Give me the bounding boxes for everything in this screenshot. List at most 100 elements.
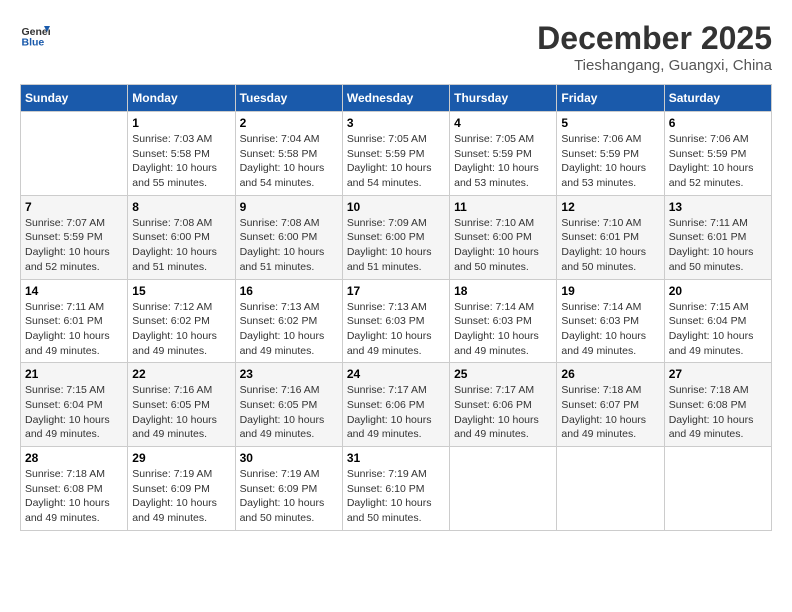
title-block: December 2025 Tieshangang, Guangxi, Chin… bbox=[537, 20, 772, 74]
day-info: Sunrise: 7:07 AM Sunset: 5:59 PM Dayligh… bbox=[25, 216, 123, 275]
day-number: 21 bbox=[25, 367, 123, 381]
day-number: 30 bbox=[240, 451, 338, 465]
calendar-cell: 20 Sunrise: 7:15 AM Sunset: 6:04 PM Dayli… bbox=[664, 279, 771, 363]
column-header-thursday: Thursday bbox=[450, 85, 557, 112]
calendar-week-row: 21 Sunrise: 7:15 AM Sunset: 6:04 PM Dayli… bbox=[21, 363, 772, 447]
calendar-cell: 14 Sunrise: 7:11 AM Sunset: 6:01 PM Dayli… bbox=[21, 279, 128, 363]
day-info: Sunrise: 7:19 AM Sunset: 6:09 PM Dayligh… bbox=[132, 467, 230, 526]
day-info: Sunrise: 7:18 AM Sunset: 6:08 PM Dayligh… bbox=[25, 467, 123, 526]
calendar-cell: 11 Sunrise: 7:10 AM Sunset: 6:00 PM Dayli… bbox=[450, 195, 557, 279]
day-number: 26 bbox=[561, 367, 659, 381]
column-header-sunday: Sunday bbox=[21, 85, 128, 112]
day-number: 12 bbox=[561, 200, 659, 214]
calendar-cell: 5Sunrise: 7:06 AM Sunset: 5:59 PM Daylig… bbox=[557, 112, 664, 196]
calendar-week-row: 7 Sunrise: 7:07 AM Sunset: 5:59 PM Daylig… bbox=[21, 195, 772, 279]
day-number: 22 bbox=[132, 367, 230, 381]
day-number: 20 bbox=[669, 284, 767, 298]
day-number: 2 bbox=[240, 116, 338, 130]
day-number: 10 bbox=[347, 200, 445, 214]
day-info: Sunrise: 7:05 AM Sunset: 5:59 PM Dayligh… bbox=[454, 132, 552, 191]
day-info: Sunrise: 7:03 AM Sunset: 5:58 PM Dayligh… bbox=[132, 132, 230, 191]
day-number: 3 bbox=[347, 116, 445, 130]
location-subtitle: Tieshangang, Guangxi, China bbox=[537, 57, 772, 74]
day-info: Sunrise: 7:09 AM Sunset: 6:00 PM Dayligh… bbox=[347, 216, 445, 275]
day-info: Sunrise: 7:18 AM Sunset: 6:07 PM Dayligh… bbox=[561, 383, 659, 442]
logo: General Blue bbox=[20, 20, 50, 50]
day-number: 31 bbox=[347, 451, 445, 465]
calendar-cell bbox=[450, 447, 557, 531]
calendar-cell: 17 Sunrise: 7:13 AM Sunset: 6:03 PM Dayli… bbox=[342, 279, 449, 363]
calendar-table: SundayMondayTuesdayWednesdayThursdayFrid… bbox=[20, 84, 772, 531]
page-header: General Blue December 2025 Tieshangang, … bbox=[20, 20, 772, 74]
calendar-cell: 29Sunrise: 7:19 AM Sunset: 6:09 PM Dayli… bbox=[128, 447, 235, 531]
day-number: 1 bbox=[132, 116, 230, 130]
day-info: Sunrise: 7:11 AM Sunset: 6:01 PM Dayligh… bbox=[669, 216, 767, 275]
day-info: Sunrise: 7:15 AM Sunset: 6:04 PM Dayligh… bbox=[25, 383, 123, 442]
day-info: Sunrise: 7:06 AM Sunset: 5:59 PM Dayligh… bbox=[669, 132, 767, 191]
day-info: Sunrise: 7:16 AM Sunset: 6:05 PM Dayligh… bbox=[132, 383, 230, 442]
day-number: 19 bbox=[561, 284, 659, 298]
day-number: 14 bbox=[25, 284, 123, 298]
day-number: 15 bbox=[132, 284, 230, 298]
day-info: Sunrise: 7:08 AM Sunset: 6:00 PM Dayligh… bbox=[240, 216, 338, 275]
column-header-monday: Monday bbox=[128, 85, 235, 112]
day-number: 23 bbox=[240, 367, 338, 381]
day-number: 13 bbox=[669, 200, 767, 214]
column-header-tuesday: Tuesday bbox=[235, 85, 342, 112]
calendar-cell: 19 Sunrise: 7:14 AM Sunset: 6:03 PM Dayli… bbox=[557, 279, 664, 363]
calendar-cell: 16 Sunrise: 7:13 AM Sunset: 6:02 PM Dayli… bbox=[235, 279, 342, 363]
calendar-cell: 27Sunrise: 7:18 AM Sunset: 6:08 PM Dayli… bbox=[664, 363, 771, 447]
day-info: Sunrise: 7:15 AM Sunset: 6:04 PM Dayligh… bbox=[669, 300, 767, 359]
day-info: Sunrise: 7:17 AM Sunset: 6:06 PM Dayligh… bbox=[347, 383, 445, 442]
day-number: 6 bbox=[669, 116, 767, 130]
calendar-cell bbox=[21, 112, 128, 196]
column-header-wednesday: Wednesday bbox=[342, 85, 449, 112]
calendar-cell: 18 Sunrise: 7:14 AM Sunset: 6:03 PM Dayli… bbox=[450, 279, 557, 363]
day-info: Sunrise: 7:10 AM Sunset: 6:00 PM Dayligh… bbox=[454, 216, 552, 275]
day-number: 8 bbox=[132, 200, 230, 214]
day-info: Sunrise: 7:10 AM Sunset: 6:01 PM Dayligh… bbox=[561, 216, 659, 275]
calendar-cell: 24 Sunrise: 7:17 AM Sunset: 6:06 PM Dayli… bbox=[342, 363, 449, 447]
day-number: 18 bbox=[454, 284, 552, 298]
logo-icon: General Blue bbox=[20, 20, 50, 50]
day-info: Sunrise: 7:13 AM Sunset: 6:03 PM Dayligh… bbox=[347, 300, 445, 359]
day-number: 16 bbox=[240, 284, 338, 298]
calendar-cell: 4 Sunrise: 7:05 AM Sunset: 5:59 PM Daylig… bbox=[450, 112, 557, 196]
calendar-cell: 22 Sunrise: 7:16 AM Sunset: 6:05 PM Dayli… bbox=[128, 363, 235, 447]
day-number: 17 bbox=[347, 284, 445, 298]
day-info: Sunrise: 7:11 AM Sunset: 6:01 PM Dayligh… bbox=[25, 300, 123, 359]
calendar-cell: 8Sunrise: 7:08 AM Sunset: 6:00 PM Daylig… bbox=[128, 195, 235, 279]
day-info: Sunrise: 7:14 AM Sunset: 6:03 PM Dayligh… bbox=[454, 300, 552, 359]
day-info: Sunrise: 7:12 AM Sunset: 6:02 PM Dayligh… bbox=[132, 300, 230, 359]
calendar-cell: 6 Sunrise: 7:06 AM Sunset: 5:59 PM Daylig… bbox=[664, 112, 771, 196]
day-info: Sunrise: 7:18 AM Sunset: 6:08 PM Dayligh… bbox=[669, 383, 767, 442]
calendar-cell: 25Sunrise: 7:17 AM Sunset: 6:06 PM Dayli… bbox=[450, 363, 557, 447]
day-number: 4 bbox=[454, 116, 552, 130]
calendar-cell: 3 Sunrise: 7:05 AM Sunset: 5:59 PM Daylig… bbox=[342, 112, 449, 196]
day-info: Sunrise: 7:05 AM Sunset: 5:59 PM Dayligh… bbox=[347, 132, 445, 191]
calendar-cell: 7 Sunrise: 7:07 AM Sunset: 5:59 PM Daylig… bbox=[21, 195, 128, 279]
calendar-cell: 23 Sunrise: 7:16 AM Sunset: 6:05 PM Dayli… bbox=[235, 363, 342, 447]
calendar-cell: 28 Sunrise: 7:18 AM Sunset: 6:08 PM Dayli… bbox=[21, 447, 128, 531]
calendar-cell: 2 Sunrise: 7:04 AM Sunset: 5:58 PM Daylig… bbox=[235, 112, 342, 196]
day-info: Sunrise: 7:04 AM Sunset: 5:58 PM Dayligh… bbox=[240, 132, 338, 191]
day-info: Sunrise: 7:19 AM Sunset: 6:10 PM Dayligh… bbox=[347, 467, 445, 526]
day-number: 24 bbox=[347, 367, 445, 381]
day-info: Sunrise: 7:14 AM Sunset: 6:03 PM Dayligh… bbox=[561, 300, 659, 359]
calendar-cell: 30Sunrise: 7:19 AM Sunset: 6:09 PM Dayli… bbox=[235, 447, 342, 531]
calendar-cell: 10 Sunrise: 7:09 AM Sunset: 6:00 PM Dayli… bbox=[342, 195, 449, 279]
day-number: 25 bbox=[454, 367, 552, 381]
calendar-cell: 31 Sunrise: 7:19 AM Sunset: 6:10 PM Dayli… bbox=[342, 447, 449, 531]
day-info: Sunrise: 7:16 AM Sunset: 6:05 PM Dayligh… bbox=[240, 383, 338, 442]
day-number: 9 bbox=[240, 200, 338, 214]
calendar-cell: 13 Sunrise: 7:11 AM Sunset: 6:01 PM Dayli… bbox=[664, 195, 771, 279]
day-number: 11 bbox=[454, 200, 552, 214]
calendar-week-row: 1 Sunrise: 7:03 AM Sunset: 5:58 PM Daylig… bbox=[21, 112, 772, 196]
day-info: Sunrise: 7:13 AM Sunset: 6:02 PM Dayligh… bbox=[240, 300, 338, 359]
calendar-week-row: 14 Sunrise: 7:11 AM Sunset: 6:01 PM Dayli… bbox=[21, 279, 772, 363]
day-number: 7 bbox=[25, 200, 123, 214]
calendar-cell bbox=[664, 447, 771, 531]
day-number: 28 bbox=[25, 451, 123, 465]
day-info: Sunrise: 7:06 AM Sunset: 5:59 PM Dayligh… bbox=[561, 132, 659, 191]
calendar-cell bbox=[557, 447, 664, 531]
